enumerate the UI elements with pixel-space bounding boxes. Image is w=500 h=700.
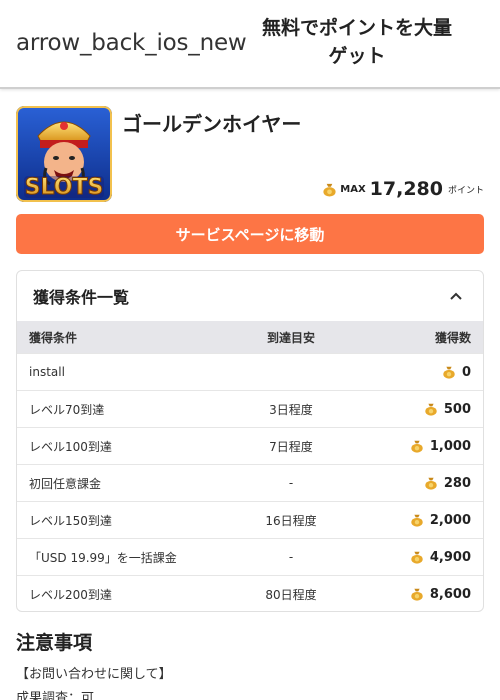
conditions-panel-header[interactable]: 獲得条件一覧 (17, 271, 483, 321)
points-cell: 280 (350, 476, 483, 491)
points-value: 280 (443, 475, 471, 491)
points-cell: 4,900 (350, 550, 483, 565)
app-summary: SLOTS ゴールデンホイヤー MAX 17,280 ポイント (16, 106, 484, 202)
slots-logo-text: SLOTS (25, 175, 104, 200)
coin-bag-icon (443, 366, 455, 379)
conditions-panel: 獲得条件一覧 獲得条件 到達目安 獲得数 install 0 レベル70到達 3日程度… (16, 270, 484, 612)
condition-cell: 初回任意課金 (29, 476, 102, 491)
app-icon: SLOTS (16, 106, 112, 202)
column-header-points: 獲得数 (434, 330, 471, 345)
table-row: 「USD 19.99」を一括課金 - 4,900 (17, 538, 483, 575)
conditions-title: 獲得条件一覧 (33, 288, 130, 307)
points-value: 2,000 (429, 512, 471, 528)
coin-bag-icon (411, 588, 423, 601)
eta-cell: 3日程度 (269, 402, 313, 417)
coin-bag-icon (411, 440, 423, 453)
app-name: ゴールデンホイヤー (122, 112, 302, 136)
conditions-rows: install 0 レベル70到達 3日程度 500 レベル100到達 7日程度 1,000 初… (17, 353, 483, 611)
points-value: 0 (461, 364, 471, 380)
table-row: レベル200到達 80日程度 8,600 (17, 575, 483, 611)
condition-cell: 「USD 19.99」を一括課金 (29, 550, 177, 565)
column-header-condition: 獲得条件 (29, 330, 78, 345)
table-header: 獲得条件 到達目安 獲得数 (17, 321, 483, 353)
notes-line: 【お問い合わせに関して】 (16, 667, 172, 682)
page-title: 無料でポイントを大量ゲット (261, 17, 452, 67)
condition-cell: レベル150到達 (29, 513, 112, 528)
coin-bag-icon (411, 551, 423, 564)
points-cell: 8,600 (350, 587, 483, 602)
points-unit: ポイント (447, 185, 484, 196)
table-row: レベル150到達 16日程度 2,000 (17, 501, 483, 538)
condition-cell: レベル100到達 (29, 439, 112, 454)
condition-cell: レベル70到達 (29, 402, 105, 417)
coin-bag-icon (323, 183, 336, 197)
max-points: MAX 17,280 ポイント (322, 178, 484, 200)
eta-cell: - (288, 550, 294, 564)
table-row: レベル100到達 7日程度 1,000 (17, 427, 483, 464)
table-row: 初回任意課金 - 280 (17, 464, 483, 501)
column-header-eta: 到達目安 (266, 330, 315, 345)
eta-cell: 16日程度 (265, 513, 317, 528)
max-points-value: 17,280 (369, 178, 443, 200)
notes-line: 成果調査：可 (16, 691, 95, 700)
points-cell: 0 (350, 365, 483, 380)
points-cell: 1,000 (350, 439, 483, 454)
coin-bag-icon (425, 477, 437, 490)
points-value: 4,900 (429, 549, 471, 565)
slots-logo-icon: SLOTS (16, 106, 112, 202)
notes-section: 注意事項 【お問い合わせに関して】 成果調査：可 (16, 628, 484, 700)
table-row: install 0 (17, 353, 483, 390)
top-app-bar: arrow_back_ios_new 無料でポイントを大量ゲット (0, 0, 500, 89)
points-value: 1,000 (429, 438, 471, 454)
points-cell: 2,000 (350, 513, 483, 528)
points-value: 500 (443, 401, 471, 417)
notes-title: 注意事項 (16, 632, 93, 654)
points-value: 8,600 (429, 586, 471, 602)
table-row: レベル70到達 3日程度 500 (17, 390, 483, 427)
points-cell: 500 (350, 402, 483, 417)
go-to-service-button[interactable]: サービスページに移動 (16, 214, 484, 254)
condition-cell: レベル200到達 (29, 587, 112, 602)
condition-cell: install (29, 365, 65, 379)
chevron-up-icon[interactable] (449, 291, 463, 301)
eta-cell: 80日程度 (265, 587, 317, 602)
back-button[interactable]: arrow_back_ios_new (16, 30, 247, 56)
coin-bag-icon (425, 403, 437, 416)
eta-cell: - (288, 476, 294, 490)
eta-cell: 7日程度 (269, 439, 313, 454)
max-label: MAX (340, 183, 366, 195)
coin-bag-icon (411, 514, 423, 527)
